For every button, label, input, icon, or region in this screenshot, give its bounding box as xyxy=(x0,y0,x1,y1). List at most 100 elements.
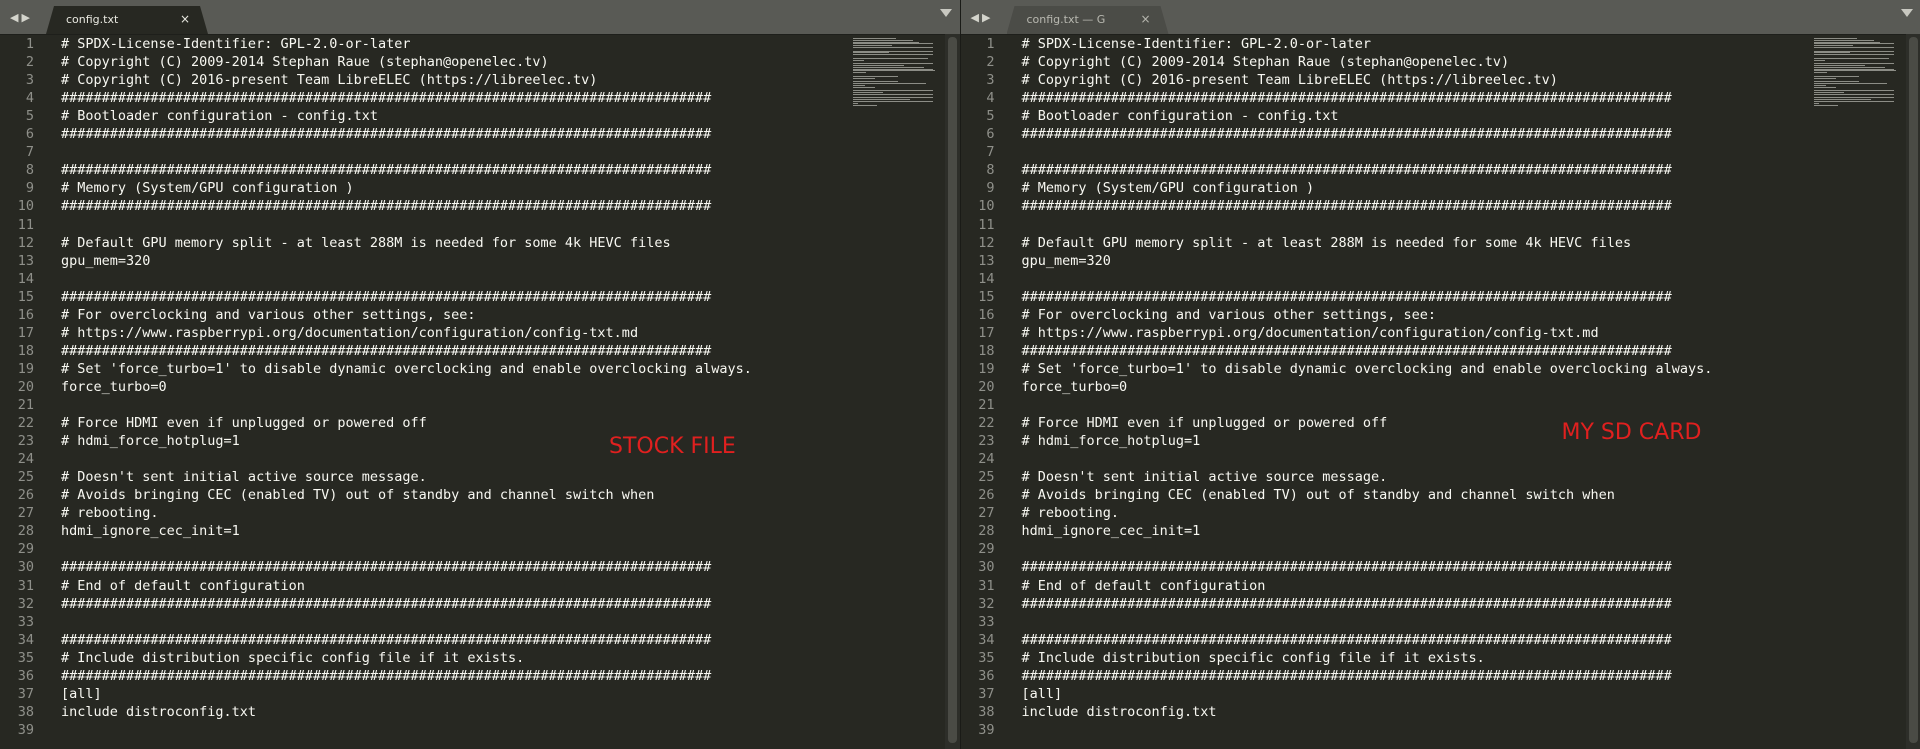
code-line[interactable]: 26 # Avoids bringing CEC (enabled TV) out… xyxy=(961,486,1809,504)
vertical-scrollbar[interactable] xyxy=(1905,34,1920,749)
code-line[interactable]: 6 #######################################… xyxy=(961,125,1809,143)
code-line[interactable]: 28 hdmi_ignore_cec_init=1 xyxy=(0,522,848,540)
code-line[interactable]: 26 # Avoids bringing CEC (enabled TV) out… xyxy=(0,486,848,504)
code-line[interactable]: 25 # Doesn't sent initial active source m… xyxy=(961,468,1809,486)
code-line[interactable]: 4 #######################################… xyxy=(0,89,848,107)
code-line[interactable]: 14 xyxy=(0,270,848,288)
minimap[interactable] xyxy=(1813,38,1896,108)
code-line[interactable]: 28 hdmi_ignore_cec_init=1 xyxy=(961,522,1809,540)
tab-menu-chevron-down-icon[interactable] xyxy=(940,9,952,17)
code-line[interactable]: 20 force_turbo=0 xyxy=(0,378,848,396)
back-arrow-icon[interactable]: ◀ xyxy=(10,11,18,24)
code-line[interactable]: 19 # Set 'force_turbo=1' to disable dynam… xyxy=(0,360,848,378)
scrollbar-thumb[interactable] xyxy=(1908,37,1918,743)
code-line[interactable]: 16 # For overclocking and various other s… xyxy=(0,306,848,324)
tab-menu-chevron-down-icon[interactable] xyxy=(1900,9,1913,17)
code-line[interactable]: 3 # Copyright (C) 2016-present Team Libre… xyxy=(961,71,1809,89)
back-arrow-icon[interactable]: ◀ xyxy=(971,11,979,24)
code-line[interactable]: 39 xyxy=(0,721,848,739)
code-line[interactable]: 11 xyxy=(0,216,848,234)
code-line[interactable]: 2 # Copyright (C) 2009-2014 Stephan Raue … xyxy=(0,53,848,71)
code-line[interactable]: 29 xyxy=(961,540,1809,558)
code-line[interactable]: 6 #######################################… xyxy=(0,125,848,143)
line-number: 21 xyxy=(17,397,34,413)
code-line[interactable]: 8 #######################################… xyxy=(0,161,848,179)
code-line[interactable]: 37 [all] xyxy=(961,685,1809,703)
code-line[interactable]: 30 ######################################… xyxy=(961,558,1809,576)
code-line[interactable]: 13 gpu_mem=320 xyxy=(961,252,1809,270)
code-line[interactable]: 3 # Copyright (C) 2016-present Team Libre… xyxy=(0,71,848,89)
code-line[interactable]: 20 force_turbo=0 xyxy=(961,378,1809,396)
scrollbar-thumb[interactable] xyxy=(948,37,957,743)
code-line[interactable]: 35 # Include distribution specific config… xyxy=(961,649,1809,667)
code-line[interactable]: 25 # Doesn't sent initial active source m… xyxy=(0,468,848,486)
code-text: # Set 'force_turbo=1' to disable dynamic… xyxy=(1021,360,1713,377)
code-line[interactable]: 34 ######################################… xyxy=(0,631,848,649)
code-line[interactable]: 7 xyxy=(961,143,1809,161)
forward-arrow-icon[interactable]: ▶ xyxy=(21,11,29,24)
code-editor[interactable]: 1 # SPDX-License-Identifier: GPL-2.0-or-l… xyxy=(961,34,1809,749)
code-line[interactable]: 24 xyxy=(961,450,1809,468)
code-line[interactable]: 11 xyxy=(961,216,1809,234)
code-line[interactable]: 2 # Copyright (C) 2009-2014 Stephan Raue … xyxy=(961,53,1809,71)
code-line[interactable]: 12 # Default GPU memory split - at least … xyxy=(0,234,848,252)
code-line[interactable]: 38 include distroconfig.txt xyxy=(961,703,1809,721)
tab-config-txt-g[interactable]: config.txt — G × xyxy=(1007,6,1169,34)
code-line[interactable]: 12 # Default GPU memory split - at least … xyxy=(961,234,1809,252)
code-line[interactable]: 22 # Force HDMI even if unplugged or powe… xyxy=(0,414,848,432)
line-number: 9 xyxy=(986,180,995,197)
code-line[interactable]: 10 ######################################… xyxy=(0,197,848,215)
code-line[interactable]: 15 ######################################… xyxy=(0,288,848,306)
code-line[interactable]: 18 ######################################… xyxy=(961,342,1809,360)
code-line[interactable]: 27 # rebooting. xyxy=(0,504,848,522)
code-line[interactable]: 7 xyxy=(0,143,848,161)
code-line[interactable]: 37 [all] xyxy=(0,685,848,703)
vertical-scrollbar[interactable] xyxy=(945,34,960,749)
code-line[interactable]: 5 # Bootloader configuration - config.txt xyxy=(0,107,848,125)
code-line[interactable]: 13 gpu_mem=320 xyxy=(0,252,848,270)
code-line[interactable]: 39 xyxy=(961,721,1809,739)
minimap[interactable] xyxy=(853,38,935,108)
code-line[interactable]: 33 xyxy=(0,613,848,631)
code-line[interactable]: 17 # https://www.raspberrypi.org/document… xyxy=(0,324,848,342)
code-line[interactable]: 9 # Memory (System/GPU configuration ) xyxy=(961,179,1809,197)
code-line[interactable]: 32 ######################################… xyxy=(961,595,1809,613)
code-line[interactable]: 38 include distroconfig.txt xyxy=(0,703,848,721)
code-line[interactable]: 36 ######################################… xyxy=(0,667,848,685)
code-line[interactable]: 21 xyxy=(961,396,1809,414)
code-line[interactable]: 18 ######################################… xyxy=(0,342,848,360)
code-line[interactable]: 31 # End of default configuration xyxy=(961,577,1809,595)
close-icon[interactable]: × xyxy=(1140,12,1150,26)
code-line[interactable]: 1 # SPDX-License-Identifier: GPL-2.0-or-l… xyxy=(961,35,1809,53)
code-line[interactable]: 14 xyxy=(961,270,1809,288)
code-line[interactable]: 29 xyxy=(0,540,848,558)
code-text: # Include distribution specific config f… xyxy=(1021,649,1485,666)
code-line[interactable]: 33 xyxy=(961,613,1809,631)
code-line[interactable]: 8 #######################################… xyxy=(961,161,1809,179)
code-line[interactable]: 4 #######################################… xyxy=(961,89,1809,107)
code-text: ########################################… xyxy=(61,162,712,179)
code-editor[interactable]: 1 # SPDX-License-Identifier: GPL-2.0-or-l… xyxy=(0,34,848,749)
line-number: 35 xyxy=(17,649,34,666)
code-line[interactable]: 15 ######################################… xyxy=(961,288,1809,306)
code-line[interactable]: 31 # End of default configuration xyxy=(0,577,848,595)
code-line[interactable]: 9 # Memory (System/GPU configuration ) xyxy=(0,179,848,197)
forward-arrow-icon[interactable]: ▶ xyxy=(982,11,990,24)
code-line[interactable]: 17 # https://www.raspberrypi.org/document… xyxy=(961,324,1809,342)
line-number: 34 xyxy=(978,631,995,648)
code-line[interactable]: 16 # For overclocking and various other s… xyxy=(961,306,1809,324)
close-icon[interactable]: × xyxy=(180,12,190,26)
code-line[interactable]: 34 ######################################… xyxy=(961,631,1809,649)
code-line[interactable]: 5 # Bootloader configuration - config.txt xyxy=(961,107,1809,125)
code-line[interactable]: 10 ######################################… xyxy=(961,197,1809,215)
code-line[interactable]: 1 # SPDX-License-Identifier: GPL-2.0-or-l… xyxy=(0,35,848,53)
tab-config-txt[interactable]: config.txt × xyxy=(46,6,208,34)
code-line[interactable]: 21 xyxy=(0,396,848,414)
code-line[interactable]: 19 # Set 'force_turbo=1' to disable dynam… xyxy=(961,360,1809,378)
code-line[interactable]: 35 # Include distribution specific config… xyxy=(0,649,848,667)
line-number: 20 xyxy=(17,378,34,395)
code-line[interactable]: 32 ######################################… xyxy=(0,595,848,613)
code-line[interactable]: 30 ######################################… xyxy=(0,558,848,576)
code-line[interactable]: 27 # rebooting. xyxy=(961,504,1809,522)
code-line[interactable]: 36 ######################################… xyxy=(961,667,1809,685)
